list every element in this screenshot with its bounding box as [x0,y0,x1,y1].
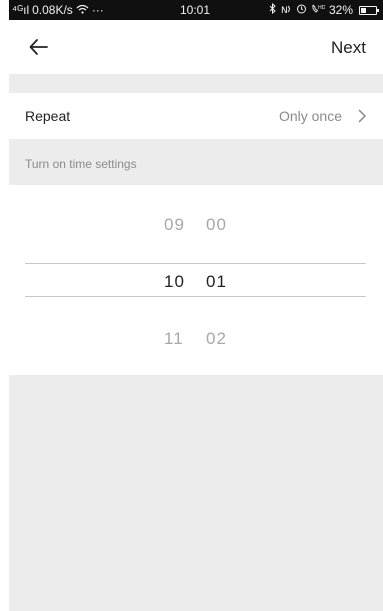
time-picker[interactable]: 09 00 10 01 11 02 [9,185,383,375]
picker-hour: 09 [164,215,185,234]
picker-minute: 02 [206,329,227,348]
back-arrow-icon[interactable] [28,36,50,58]
status-time: 10:01 [180,3,211,17]
selection-line-bottom [25,296,366,297]
repeat-row[interactable]: Repeat Only once [9,93,383,139]
battery-icon [359,5,379,15]
status-left: ⁴ᴳıl 0.08K/s ··· [12,3,104,17]
status-right: N HD 32% [269,2,379,17]
picker-row-previous[interactable]: 09 00 [9,215,383,245]
more-notifications-icon: ··· [91,3,104,17]
svg-text:HD: HD [318,5,325,11]
next-button[interactable]: Next [331,38,366,58]
nav-bar: Next [9,20,383,74]
battery-percent: 32% [328,3,353,17]
picker-minute-selected: 01 [206,272,227,291]
selection-line-top [25,263,366,264]
chevron-right-icon [357,109,367,123]
picker-row-selected[interactable]: 10 01 [9,272,383,302]
wifi-icon [76,3,89,17]
empty-bottom-area [9,375,383,611]
divider-band [9,74,383,93]
repeat-label: Repeat [25,108,71,124]
picker-hour: 11 [164,329,184,348]
status-bar: ⁴ᴳıl 0.08K/s ··· 10:01 N HD 32% [9,0,383,20]
picker-row-next[interactable]: 11 02 [9,329,383,359]
picker-minute: 00 [206,215,227,234]
hd-call-icon: HD [311,3,326,17]
svg-text:N: N [281,6,288,14]
signal-icon: ⁴ᴳıl [12,3,30,17]
network-speed: 0.08K/s [32,3,73,17]
alarm-icon [296,3,307,17]
repeat-value: Only once [278,108,342,124]
section-header-label: Turn on time settings [25,157,137,171]
picker-hour-selected: 10 [164,272,185,291]
nfc-icon: N [281,3,292,17]
section-header: Turn on time settings [9,139,383,185]
bluetooth-icon [269,2,277,17]
